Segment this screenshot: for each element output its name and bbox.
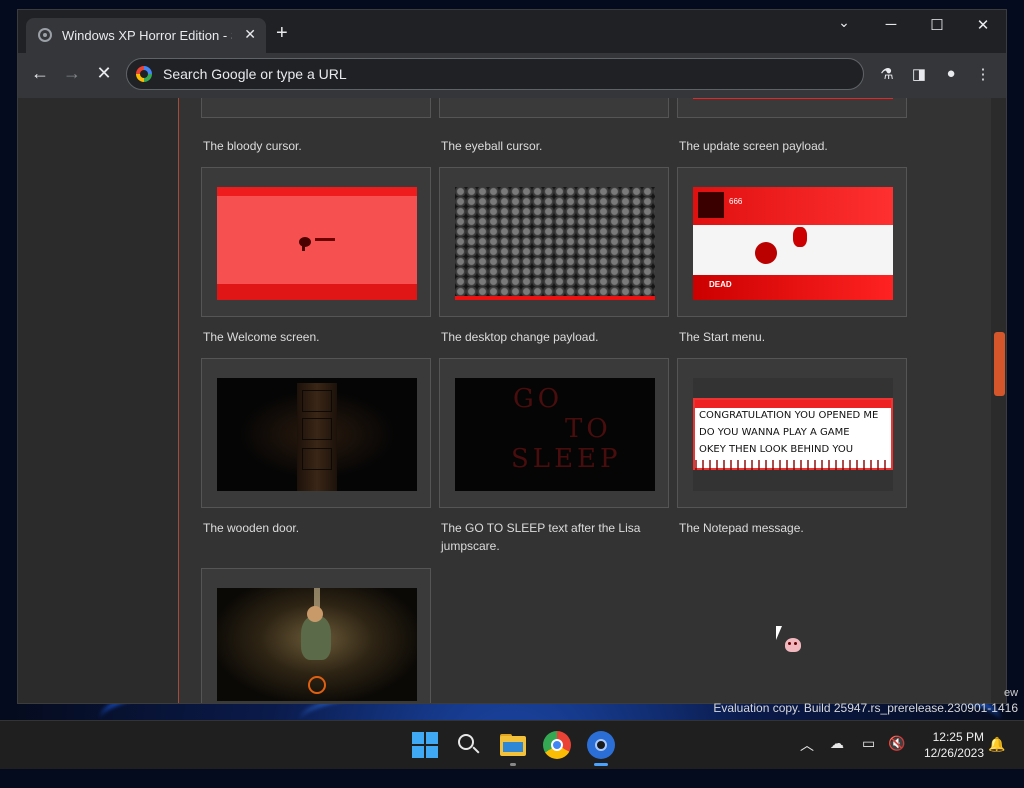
active-app-indicator — [594, 763, 608, 766]
gallery-card-notepad[interactable]: CONGRATULATION YOU OPENED ME DO YOU WANN… — [677, 358, 907, 508]
stop-loading-button[interactable]: ✕ — [91, 63, 117, 84]
forward-button[interactable]: → — [59, 63, 85, 84]
gallery-caption: The update screen payload. — [679, 139, 828, 153]
tab-title: Windows XP Horror Edition - Screenshots — [62, 28, 232, 43]
file-explorer-icon[interactable] — [499, 731, 527, 759]
clock-date: 12/26/2023 — [923, 746, 984, 760]
taskbar-clock[interactable]: 12:25 PM 12/26/2023 — [912, 729, 984, 761]
back-button[interactable]: ← — [27, 63, 53, 84]
gallery-card-desktop-change[interactable] — [439, 167, 669, 317]
screenshot-gallery: The bloody cursor. The eyeball cursor. T… — [179, 98, 991, 703]
gallery-caption: The desktop change payload. — [441, 330, 599, 344]
side-panel-icon[interactable]: ◨ — [907, 65, 931, 83]
thumb-detail — [314, 588, 320, 608]
sleep-thumb-text: TO — [565, 414, 612, 444]
sleep-thumb-text: GO — [513, 384, 564, 414]
gallery-caption: The Notepad message. — [679, 521, 804, 535]
welcome-screen-thumbnail — [217, 187, 417, 300]
gallery-caption: The bloody cursor. — [203, 139, 302, 153]
thumb-detail — [695, 400, 891, 408]
thumb-detail — [307, 606, 323, 622]
gallery-caption: The eyeball cursor. — [441, 139, 543, 153]
gallery-card-update-screen[interactable] — [677, 98, 907, 118]
volume-muted-icon[interactable]: 🔇 — [888, 735, 905, 752]
thumb-detail — [302, 245, 305, 251]
windows-start-icon[interactable] — [411, 731, 439, 759]
network-offline-icon[interactable]: ☁ — [830, 735, 844, 752]
start-thumb-number: 666 — [729, 197, 743, 206]
new-tab-button[interactable]: + — [276, 23, 288, 43]
page-viewport: The bloody cursor. The eyeball cursor. T… — [18, 98, 1006, 703]
mouse-cursor-icon — [776, 626, 782, 640]
chrome-beta-icon[interactable] — [587, 731, 615, 759]
tab-strip: Windows XP Horror Edition - Screenshots … — [18, 10, 1006, 53]
browser-toolbar: ← → ✕ Search Google or type a URL ⚗ ◨ ● … — [18, 53, 1006, 98]
evaluation-watermark: Evaluation copy. Build 25947.rs_prerelea… — [713, 701, 1018, 715]
gallery-card-welcome[interactable] — [201, 167, 431, 317]
gallery-card-start-menu[interactable]: 666 DEAD — [677, 167, 907, 317]
gallery-card-half-life[interactable] — [201, 568, 431, 703]
page-scrollbar-thumb[interactable] — [994, 332, 1005, 396]
page-left-margin — [18, 98, 179, 703]
tab-close-icon[interactable]: ✕ — [244, 26, 256, 43]
gallery-card-wooden-door[interactable] — [201, 358, 431, 508]
gallery-card-eyeball-cursor[interactable] — [439, 98, 669, 118]
thumb-blood-splatter — [755, 242, 777, 264]
labs-flask-icon[interactable]: ⚗ — [875, 65, 899, 83]
clock-time: 12:25 PM — [932, 730, 984, 744]
thumb-notepad-window: CONGRATULATION YOU OPENED ME DO YOU WANN… — [693, 398, 893, 470]
close-window-button[interactable]: ✕ — [968, 16, 998, 34]
notepad-thumb-line: CONGRATULATION YOU OPENED ME — [699, 410, 879, 421]
profile-icon[interactable]: ● — [939, 65, 963, 82]
thumb-taskbar — [455, 296, 655, 300]
loading-favicon-icon — [38, 28, 52, 42]
thumb-detail — [302, 390, 332, 412]
thumb-blood-drips — [695, 460, 891, 470]
taskbar: ︿ ☁ ▭ 🔇 12:25 PM 12/26/2023 🔔 — [0, 720, 1024, 769]
watermark-fragment: ew — [1004, 687, 1019, 699]
chrome-icon[interactable] — [543, 731, 571, 759]
gallery-caption: The GO TO SLEEP text after the Lisa jump… — [441, 521, 641, 553]
thumb-detail — [302, 448, 332, 470]
minimize-button[interactable]: ─ — [876, 16, 906, 33]
running-indicator — [510, 763, 516, 766]
thumb-blood-splatter — [793, 227, 807, 247]
notepad-thumbnail: CONGRATULATION YOU OPENED ME DO YOU WANN… — [693, 378, 893, 491]
thumb-detail — [315, 238, 335, 241]
address-bar[interactable]: Search Google or type a URL — [126, 58, 864, 90]
gallery-caption: The Start menu. — [679, 330, 766, 344]
update-thumb-edge — [693, 98, 893, 99]
more-menu-icon[interactable]: ⋮ — [971, 65, 995, 83]
browser-window: Windows XP Horror Edition - Screenshots … — [18, 10, 1006, 703]
skulls-desktop-thumbnail — [455, 187, 655, 300]
gallery-caption: The Welcome screen. — [203, 330, 320, 344]
taskbar-search-icon[interactable] — [455, 731, 483, 759]
half-life-logo-icon — [308, 676, 326, 694]
page-scrollbar[interactable] — [993, 98, 1006, 703]
thumb-detail — [302, 418, 332, 440]
gallery-card-bloody-cursor[interactable] — [201, 98, 431, 118]
wooden-door-thumbnail — [217, 378, 417, 491]
tab-active[interactable]: Windows XP Horror Edition - Screenshots … — [26, 18, 266, 53]
notepad-thumb-line: DO YOU WANNA PLAY A GAME — [699, 427, 850, 438]
sleep-thumb-text: SLEEP — [511, 444, 622, 474]
google-icon — [136, 66, 152, 82]
maximize-button[interactable]: ☐ — [922, 16, 952, 34]
gallery-caption: The wooden door. — [203, 521, 300, 535]
skull-cursor-icon — [785, 638, 801, 652]
start-thumb-label: DEAD — [709, 280, 732, 289]
thumb-detail — [299, 237, 311, 247]
notepad-thumb-line: OKEY THEN LOOK BEHIND YOU — [699, 444, 854, 455]
display-icon[interactable]: ▭ — [862, 735, 875, 752]
tab-search-icon[interactable]: ⌄ — [829, 14, 859, 31]
go-to-sleep-thumbnail: GO TO SLEEP — [455, 378, 655, 491]
thumb-user-icon — [698, 192, 724, 218]
notification-bell-icon[interactable]: 🔔 — [988, 736, 1005, 753]
show-hidden-icons-chevron-icon[interactable]: ︿ — [800, 735, 814, 755]
address-bar-placeholder: Search Google or type a URL — [163, 66, 347, 82]
half-life-thumbnail — [217, 588, 417, 701]
gallery-card-go-to-sleep[interactable]: GO TO SLEEP — [439, 358, 669, 508]
start-menu-thumbnail: 666 DEAD — [693, 187, 893, 300]
thumb-figure — [301, 616, 331, 660]
